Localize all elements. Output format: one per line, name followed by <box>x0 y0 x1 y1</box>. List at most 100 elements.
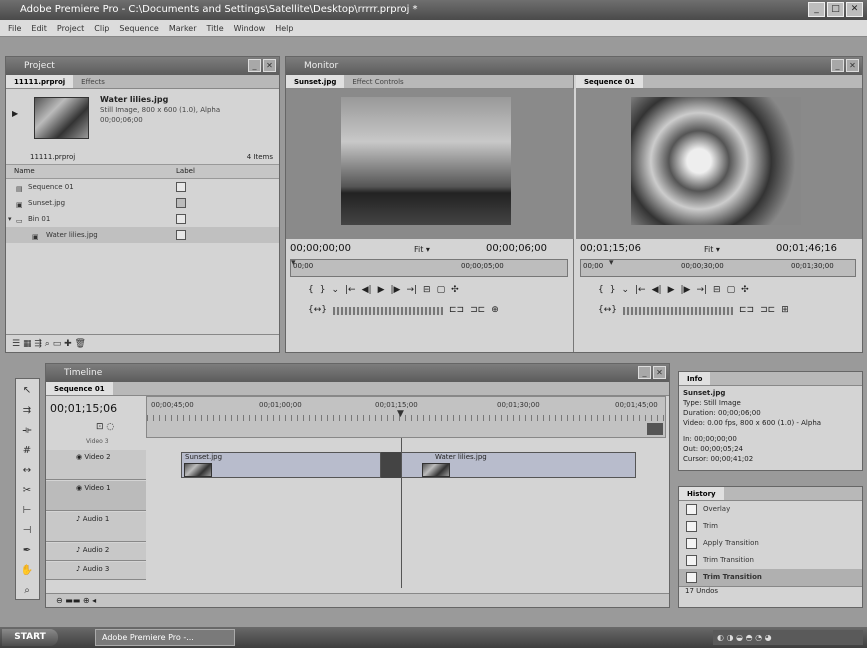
start-button[interactable]: START <box>2 629 58 646</box>
playhead-icon[interactable]: ▾ <box>609 258 614 268</box>
rolling-edit-tool-icon[interactable]: # <box>17 441 37 461</box>
menu-marker[interactable]: Marker <box>169 20 197 36</box>
list-item[interactable]: ▣ Water lilies.jpg <box>6 227 279 243</box>
list-item[interactable]: ▣ Sunset.jpg <box>6 195 279 211</box>
safe-margins-button[interactable]: ▢ <box>437 285 446 295</box>
track-select-tool-icon[interactable]: ⇉ <box>17 401 37 421</box>
razor-tool-icon[interactable]: ✂ <box>17 481 37 501</box>
go-to-in-button[interactable]: |← <box>635 285 646 295</box>
menu-window[interactable]: Window <box>234 20 266 36</box>
panel-minimize-button[interactable]: _ <box>831 59 844 72</box>
track-eye-icon[interactable]: ◉ <box>76 484 82 492</box>
program-time-ruler[interactable]: 00;00 00;00;30;00 00;01;30;00 ▾ <box>580 258 856 277</box>
mark-in-button[interactable]: { <box>308 285 314 295</box>
export-frame-button[interactable]: ⊕ <box>491 305 499 315</box>
new-bin-icon[interactable]: ▭ <box>53 339 62 349</box>
system-tray[interactable]: ◐ ◑ ◒ ◓ ◔ ◕ <box>713 630 863 645</box>
go-to-in-button[interactable]: |← <box>345 285 356 295</box>
tab-source[interactable]: Sunset.jpg <box>286 75 345 88</box>
speaker-icon[interactable]: ♪ <box>76 565 80 573</box>
history-item[interactable]: Trim Transition <box>679 552 862 569</box>
clip-sunset[interactable]: Sunset.jpg <box>181 452 381 478</box>
insert-button[interactable]: ⊏⊐ <box>449 305 464 315</box>
list-item[interactable]: ▾ ▭ Bin 01 <box>6 211 279 227</box>
program-fit-dropdown[interactable]: Fit ▾ <box>704 245 720 254</box>
source-viewer[interactable] <box>286 89 574 239</box>
tab-program-sequence[interactable]: Sequence 01 <box>576 75 643 88</box>
panel-close-button[interactable]: ✕ <box>653 366 666 379</box>
pen-tool-icon[interactable]: ✒ <box>17 541 37 561</box>
mark-out-button[interactable]: } <box>610 285 616 295</box>
speaker-icon[interactable]: ♪ <box>76 515 80 523</box>
output-button[interactable]: ✣ <box>741 285 749 295</box>
find-icon[interactable]: ⌕ <box>45 339 50 349</box>
loop-button[interactable]: ⊟ <box>713 285 721 295</box>
track-eye-icon[interactable]: ◉ <box>76 453 82 461</box>
overlay-button[interactable]: ⊐⊏ <box>470 305 485 315</box>
menu-help[interactable]: Help <box>275 20 293 36</box>
snap-icon[interactable]: ⊡ ◌ <box>96 422 114 432</box>
hand-tool-icon[interactable]: ✋ <box>17 561 37 581</box>
track-audio-1[interactable]: ♪ Audio 1 <box>46 512 146 542</box>
lift-button[interactable]: ⊏⊐ <box>739 305 754 315</box>
jog-shuttle[interactable] <box>333 307 443 315</box>
slide-tool-icon[interactable]: ⊣ <box>17 521 37 541</box>
history-item[interactable]: Overlay <box>679 501 862 518</box>
work-area-end[interactable] <box>647 423 663 435</box>
new-item-icon[interactable]: ✚ <box>64 339 72 349</box>
loop-button[interactable]: ⊟ <box>423 285 431 295</box>
source-timecode[interactable]: 00;00;00;00 <box>290 243 351 254</box>
tab-effect-controls[interactable]: Effect Controls <box>344 75 411 88</box>
mark-in-button[interactable]: { <box>598 285 604 295</box>
playhead-icon[interactable]: ▼ <box>397 409 404 419</box>
column-label-header[interactable]: Label <box>176 167 195 175</box>
minimize-button[interactable]: _ <box>808 2 825 17</box>
panel-minimize-button[interactable]: _ <box>638 366 651 379</box>
menu-edit[interactable]: Edit <box>31 20 47 36</box>
track-audio-3[interactable]: ♪ Audio 3 <box>46 562 146 580</box>
disclosure-triangle-icon[interactable]: ▾ <box>8 211 12 227</box>
timeline-zoom-bar[interactable]: ⊖ ▬▬ ⊕ ◂ <box>46 593 669 607</box>
tab-info[interactable]: Info <box>679 372 711 385</box>
panel-minimize-button[interactable]: _ <box>248 59 261 72</box>
panel-close-button[interactable]: ✕ <box>263 59 276 72</box>
tab-project[interactable]: 11111.prproj <box>6 75 74 88</box>
play-button[interactable]: ▶ <box>668 285 675 295</box>
tab-effects[interactable]: Effects <box>73 75 113 88</box>
rate-stretch-tool-icon[interactable]: ↔ <box>17 461 37 481</box>
automate-icon[interactable]: ⇶ <box>34 339 42 349</box>
timeline-timecode[interactable]: 00;01;15;06 <box>50 402 117 415</box>
ripple-edit-tool-icon[interactable]: ⟛ <box>17 421 37 441</box>
play-in-to-out-button[interactable]: {↔} <box>598 305 617 315</box>
track-video-1[interactable]: ◉ Video 1 <box>46 481 146 511</box>
list-item[interactable]: ▤ Sequence 01 <box>6 179 279 195</box>
history-item[interactable]: Apply Transition <box>679 535 862 552</box>
tab-history[interactable]: History <box>679 487 724 500</box>
track-audio-2[interactable]: ♪ Audio 2 <box>46 543 146 561</box>
jog-shuttle[interactable] <box>623 307 733 315</box>
menu-file[interactable]: File <box>8 20 21 36</box>
column-name-header[interactable]: Name <box>14 167 35 175</box>
clip-water-lilies[interactable]: Water lilies.jpg <box>401 452 636 478</box>
track-video-3[interactable]: Video 3 <box>46 438 146 448</box>
menu-sequence[interactable]: Sequence <box>119 20 158 36</box>
speaker-icon[interactable]: ♪ <box>76 546 80 554</box>
play-in-to-out-button[interactable]: {↔} <box>308 305 327 315</box>
program-viewer[interactable] <box>576 89 862 239</box>
set-marker-button[interactable]: ⌄ <box>621 285 629 295</box>
menu-project[interactable]: Project <box>57 20 84 36</box>
output-button[interactable]: ✣ <box>451 285 459 295</box>
menu-clip[interactable]: Clip <box>94 20 109 36</box>
panel-close-button[interactable]: ✕ <box>846 59 859 72</box>
maximize-button[interactable]: □ <box>827 2 844 17</box>
history-item-selected[interactable]: Trim Transition <box>679 569 862 586</box>
go-to-out-button[interactable]: →| <box>406 285 417 295</box>
step-forward-button[interactable]: |▶ <box>390 285 400 295</box>
source-time-ruler[interactable]: 00;00 00;00;05;00 ▾ <box>290 258 568 277</box>
timeline-ruler[interactable]: 00;00;45;00 00;01;00;00 00;01;15;00 00;0… <box>146 396 666 438</box>
step-back-button[interactable]: ◀| <box>652 285 662 295</box>
icon-view-icon[interactable]: ▦ <box>23 339 32 349</box>
taskbar-app-button[interactable]: Adobe Premiere Pro -... <box>95 629 235 646</box>
history-item[interactable]: Trim <box>679 518 862 535</box>
transition-marker[interactable] <box>381 452 401 478</box>
